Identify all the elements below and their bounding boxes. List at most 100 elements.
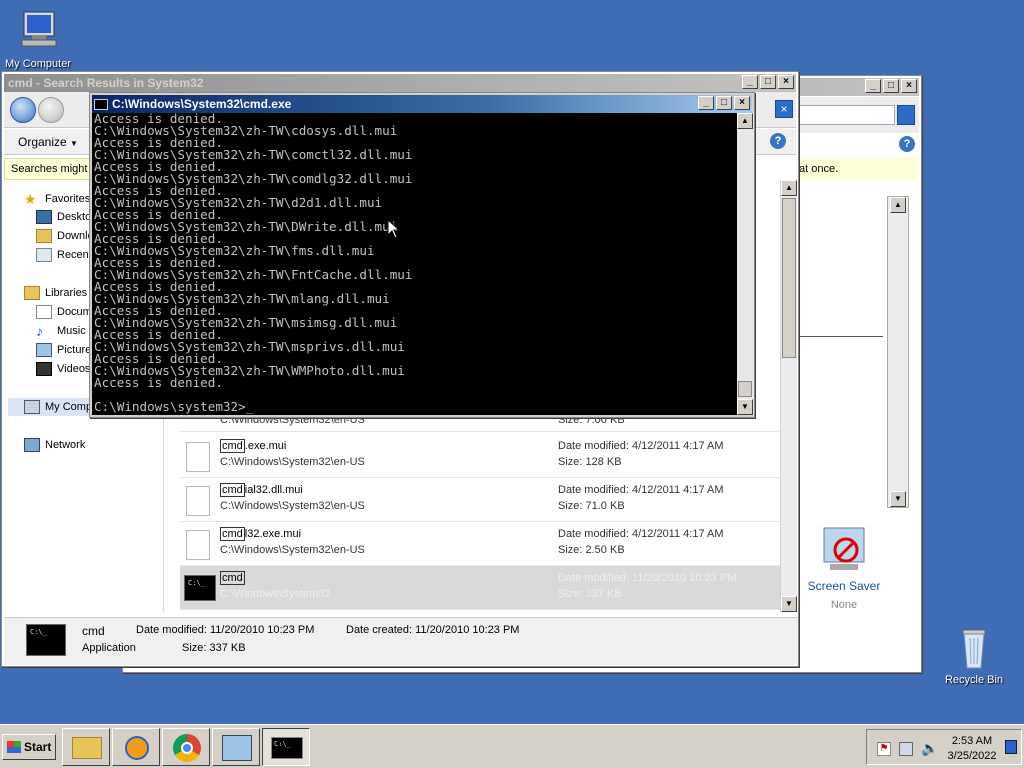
downloads-folder-icon: [36, 229, 52, 243]
control-panel-list-scrollbar[interactable]: ▲ ▼: [887, 196, 909, 508]
action-center-flag-icon[interactable]: ⚑: [877, 742, 891, 756]
screen-saver-label[interactable]: Screen Saver: [799, 579, 889, 593]
scroll-thumb[interactable]: [738, 381, 752, 397]
nav-label: Libraries: [45, 287, 88, 299]
window-title: C:\Windows\System32\cmd.exe: [112, 97, 292, 111]
console-scrollbar[interactable]: ▲ ▼: [737, 113, 754, 415]
nav-favorites[interactable]: ★ Favorites: [24, 190, 90, 208]
cmd-titlebar[interactable]: C:\Windows\System32\cmd.exe _ □ ×: [92, 95, 752, 113]
nav-downloads[interactable]: Downlo: [36, 227, 94, 245]
show-desktop-icon[interactable]: [1005, 740, 1017, 754]
info-bar-text: at once.: [799, 163, 839, 175]
scroll-up-arrow[interactable]: ▲: [781, 180, 797, 196]
nav-label: Videos: [57, 363, 91, 375]
taskbar-control-panel-button[interactable]: [212, 728, 260, 766]
scroll-down-arrow[interactable]: ▼: [890, 491, 906, 507]
nav-music[interactable]: ♪ Music: [36, 322, 86, 340]
taskbar-media-player-button[interactable]: [112, 728, 160, 766]
desktop-icon-my-computer[interactable]: My Computer: [0, 8, 76, 70]
file-name: cmd: [220, 571, 245, 585]
file-size: Size: 128 KB: [558, 456, 622, 468]
pictures-icon: [36, 343, 52, 357]
clock[interactable]: 2:53 AM 3/25/2022: [941, 734, 1003, 764]
forward-button[interactable]: [38, 97, 64, 123]
scroll-up-arrow[interactable]: ▲: [890, 197, 906, 213]
file-name: cmd l32.exe.mui: [220, 527, 302, 541]
cmd-window[interactable]: C:\Windows\System32\cmd.exe _ □ × Access…: [89, 92, 755, 418]
nav-pictures[interactable]: Picture: [36, 341, 91, 359]
file-path: C:\Windows\System32\en-US: [220, 544, 365, 556]
organize-button[interactable]: Organize ▼: [18, 135, 78, 149]
match-highlight: cmd: [220, 483, 245, 497]
volume-icon[interactable]: 🔈: [921, 740, 938, 757]
minimize-button[interactable]: _: [742, 75, 758, 89]
taskbar-chrome-button[interactable]: [162, 728, 210, 766]
file-date: Date modified: 11/20/2010 10:23 PM: [558, 572, 737, 584]
console-output[interactable]: Access is denied. C:\Windows\System32\zh-…: [92, 113, 737, 415]
file-date: Date modified: 4/12/2011 4:17 AM: [558, 528, 724, 540]
taskbar: Start C:\_ ⚑ 🔈 2:53 AM 3/25/2022: [0, 724, 1024, 768]
close-button[interactable]: ×: [778, 75, 794, 89]
scroll-up-arrow[interactable]: ▲: [737, 113, 753, 129]
organize-label: Organize: [18, 135, 67, 149]
console-line: C:\Windows\system32>_: [94, 399, 254, 414]
nav-label: Favorites: [45, 193, 91, 205]
file-size: Size: 337 KB: [558, 588, 622, 600]
clear-search-icon[interactable]: ×: [775, 100, 793, 118]
nav-libraries[interactable]: Libraries: [24, 284, 87, 302]
back-button[interactable]: [10, 97, 36, 123]
results-scrollbar[interactable]: ▲ ▼: [780, 180, 797, 612]
search-icon[interactable]: [897, 105, 915, 125]
taskbar-explorer-button[interactable]: [62, 728, 110, 766]
close-button[interactable]: ×: [734, 96, 750, 110]
file-name-rest: l32.exe.mui: [244, 528, 302, 540]
info-bar[interactable]: Searches might b: [4, 158, 90, 180]
explorer-titlebar[interactable]: cmd - Search Results in System32 _ □ ×: [4, 74, 796, 92]
file-icon: [186, 530, 210, 560]
maximize-button[interactable]: □: [760, 75, 776, 89]
nav-label: Deskto: [57, 211, 92, 223]
scroll-down-arrow[interactable]: ▼: [737, 399, 753, 415]
nav-videos[interactable]: Videos: [36, 360, 90, 378]
file-path: C:\Windows\System32\en-US: [220, 500, 365, 512]
screen-saver-item[interactable]: Screen Saver None: [799, 524, 889, 611]
maximize-button[interactable]: □: [716, 96, 732, 110]
list-item[interactable]: C:\_ cmd C:\Windows\System32 Date modifi…: [180, 566, 780, 610]
desktop-icon-label: Recycle Bin: [944, 674, 1004, 686]
close-button[interactable]: ×: [901, 79, 917, 93]
nav-label: Recent: [57, 249, 92, 261]
libraries-icon: [24, 286, 40, 300]
match-highlight: cmd: [220, 571, 245, 585]
scroll-thumb[interactable]: [782, 198, 796, 358]
list-item[interactable]: cmd .exe.mui C:\Windows\System32\en-US Da…: [180, 434, 780, 478]
help-icon[interactable]: ?: [899, 136, 915, 152]
taskbar-cmd-button[interactable]: C:\_: [262, 728, 310, 766]
nav-recent[interactable]: Recent: [36, 246, 92, 264]
list-item[interactable]: cmd ial32.dll.mui C:\Windows\System32\en-…: [180, 478, 780, 522]
detail-name: cmd: [82, 624, 105, 638]
minimize-button[interactable]: _: [865, 79, 881, 93]
chevron-down-icon: ▼: [70, 139, 78, 148]
info-bar-text: Searches might b: [11, 163, 90, 175]
desktop-icon-label: My Computer: [4, 58, 72, 70]
file-date: Date modified: 4/12/2011 4:17 AM: [558, 440, 724, 452]
file-icon: [186, 486, 210, 516]
nav-network[interactable]: Network: [24, 436, 85, 454]
info-bar: at once.: [799, 158, 917, 180]
start-button[interactable]: Start: [2, 734, 56, 760]
console-line: Access is denied.: [94, 375, 223, 390]
desktop-icon-recycle-bin[interactable]: Recycle Bin: [936, 624, 1012, 686]
help-icon[interactable]: ?: [770, 133, 786, 149]
windows-logo-icon: [7, 741, 21, 753]
minimize-button[interactable]: _: [698, 96, 714, 110]
nav-label: My Comp: [45, 401, 93, 413]
system-tray: ⚑ 🔈 2:53 AM 3/25/2022: [866, 729, 1022, 765]
detail-created: Date created: 11/20/2010 10:23 PM: [346, 624, 520, 636]
scroll-down-arrow[interactable]: ▼: [781, 596, 797, 612]
videos-icon: [36, 362, 52, 376]
list-item[interactable]: cmd l32.exe.mui C:\Windows\System32\en-US…: [180, 522, 780, 566]
network-status-icon[interactable]: [899, 742, 913, 756]
maximize-button[interactable]: □: [883, 79, 899, 93]
nav-desktop[interactable]: Deskto: [36, 208, 91, 226]
cmd-title-icon: [94, 98, 108, 110]
